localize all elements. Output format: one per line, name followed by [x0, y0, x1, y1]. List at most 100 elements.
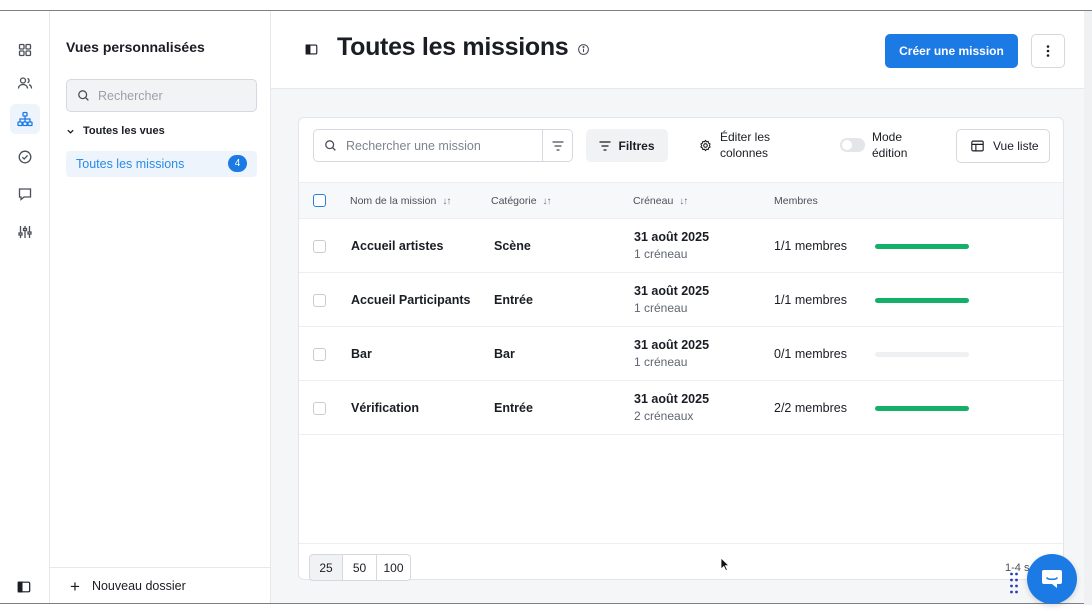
slot-date: 31 août 2025 — [634, 338, 710, 352]
sidebar-item-label: Toutes les missions — [76, 157, 185, 171]
members-progress-fill — [875, 298, 969, 303]
info-icon — [578, 44, 589, 55]
sidebar-item-all-missions[interactable]: Toutes les missions 4 — [66, 151, 257, 177]
page-size-100[interactable]: 100 — [377, 554, 411, 581]
edit-columns-label: Éditer les colonnes — [720, 130, 771, 160]
members-count: 2/2 membres — [774, 401, 847, 415]
row-checkbox[interactable] — [313, 348, 326, 361]
column-header-label: Membres — [774, 195, 818, 207]
org-chart-icon — [17, 111, 33, 127]
toggle-panel-button[interactable] — [305, 43, 318, 61]
new-folder-label: Nouveau dossier — [91, 579, 186, 593]
select-all-checkbox[interactable] — [313, 194, 326, 207]
sidebar-panel-icon — [17, 581, 31, 593]
rail-item-tasks[interactable] — [10, 142, 40, 172]
users-icon — [17, 77, 33, 89]
mission-name: Vérification — [351, 401, 420, 415]
more-options-button[interactable] — [1031, 34, 1065, 68]
mission-name: Bar — [351, 347, 372, 361]
mission-category: Bar — [494, 347, 515, 361]
views-group-toggle[interactable]: Toutes les vues — [66, 125, 165, 137]
table-footer — [299, 543, 1063, 580]
table-row[interactable]: Accueil Participants Entrée 31 août 2025… — [299, 273, 1063, 327]
nav-rail — [0, 11, 50, 603]
page-size-50[interactable]: 50 — [343, 554, 377, 581]
rail-item-missions[interactable] — [10, 104, 40, 134]
table-icon — [971, 140, 984, 152]
rail-item-messages[interactable] — [10, 179, 40, 209]
table-row[interactable]: Bar Bar 31 août 2025 1 créneau 0/1 membr… — [299, 327, 1063, 381]
members-progress-bar — [875, 298, 969, 303]
chat-icon — [18, 188, 32, 201]
search-icon — [325, 140, 336, 151]
members-progress-bar — [875, 244, 969, 249]
slot-count: 2 créneaux — [634, 409, 694, 423]
row-checkbox[interactable] — [313, 294, 326, 307]
column-header-label: Catégorie — [491, 195, 537, 207]
sort-icon: ↓↑ — [442, 195, 451, 207]
mission-category: Entrée — [494, 293, 533, 307]
members-progress-bar — [875, 406, 969, 411]
members-count: 1/1 membres — [774, 293, 847, 307]
slot-count: 1 créneau — [634, 355, 688, 369]
missions-table-card: Rechercher une mission Filtres Éditer le… — [298, 117, 1064, 581]
list-view-button[interactable]: Vue liste — [956, 129, 1050, 163]
rail-item-users[interactable] — [10, 68, 40, 98]
column-header-slot[interactable]: Créneau ↓↑ — [633, 195, 688, 207]
page-scrollbar[interactable] — [1084, 11, 1092, 605]
table-header: Nom de la mission ↓↑ Catégorie ↓↑ Créneau ↓… — [299, 182, 1063, 219]
column-header-category[interactable]: Catégorie ↓↑ — [491, 195, 552, 207]
toggle-switch[interactable] — [840, 138, 865, 152]
rail-item-dashboard[interactable] — [10, 35, 40, 65]
column-header-name[interactable]: Nom de la mission ↓↑ — [350, 195, 451, 207]
column-header-label: Créneau — [633, 195, 674, 207]
edit-mode-label: Mode édition — [872, 130, 908, 160]
mission-search-input[interactable]: Rechercher une mission — [313, 129, 573, 162]
table-toolbar: Rechercher une mission Filtres Éditer le… — [299, 118, 1063, 178]
gear-icon — [700, 139, 711, 151]
count-badge: 4 — [228, 155, 247, 172]
table-row[interactable]: Accueil artistes Scène 31 août 2025 1 cr… — [299, 219, 1063, 273]
support-chat-button[interactable] — [1027, 554, 1077, 604]
edit-columns-button[interactable]: Éditer les colonnes — [699, 129, 786, 161]
create-mission-button[interactable]: Créer une mission — [885, 34, 1018, 68]
search-filter-button[interactable] — [542, 130, 572, 161]
rail-item-settings[interactable] — [10, 217, 40, 247]
collapse-sidebar-button[interactable] — [17, 580, 31, 599]
new-folder-button[interactable]: + Nouveau dossier — [50, 567, 270, 604]
members-progress-fill — [875, 244, 969, 249]
page-size-25[interactable]: 25 — [309, 554, 343, 581]
filters-label: Filtres — [618, 138, 655, 153]
mission-category: Scène — [494, 239, 531, 253]
row-checkbox[interactable] — [313, 402, 326, 415]
members-count: 0/1 membres — [774, 347, 847, 361]
page-size-selector: 25 50 100 — [309, 554, 411, 581]
sidebar-title: Vues personnalisées — [66, 39, 205, 55]
members-progress-fill — [875, 406, 969, 411]
page-header: Toutes les missions Créer une mission — [271, 11, 1092, 89]
mission-name: Accueil Participants — [351, 293, 471, 307]
sort-icon: ↓↑ — [679, 195, 688, 207]
views-sidebar: Vues personnalisées Rechercher Toutes le… — [50, 11, 271, 603]
mouse-cursor-icon — [720, 557, 730, 572]
list-view-label: Vue liste — [993, 139, 1039, 153]
sort-icon: ↓↑ — [542, 195, 552, 207]
column-header-label: Nom de la mission — [350, 195, 437, 207]
slot-date: 31 août 2025 — [634, 230, 710, 244]
page-info-button[interactable] — [577, 43, 590, 61]
edit-mode-toggle[interactable]: Mode édition — [840, 129, 922, 161]
drag-grip-icon[interactable] — [1009, 571, 1019, 595]
slot-date: 31 août 2025 — [634, 392, 710, 406]
sliders-icon — [18, 226, 32, 238]
check-circle-icon — [18, 150, 32, 164]
views-search-input[interactable]: Rechercher — [66, 79, 257, 112]
plus-icon: + — [70, 576, 80, 596]
table-row[interactable]: Vérification Entrée 31 août 2025 2 créne… — [299, 381, 1063, 435]
row-checkbox[interactable] — [313, 240, 326, 253]
mission-search-placeholder: Rechercher une mission — [346, 138, 481, 153]
views-group-label: Toutes les vues — [83, 125, 165, 137]
filters-button[interactable]: Filtres — [586, 129, 668, 162]
search-icon — [78, 90, 89, 101]
chat-bubble-icon — [1042, 570, 1062, 588]
more-vertical-icon — [1046, 45, 1050, 57]
